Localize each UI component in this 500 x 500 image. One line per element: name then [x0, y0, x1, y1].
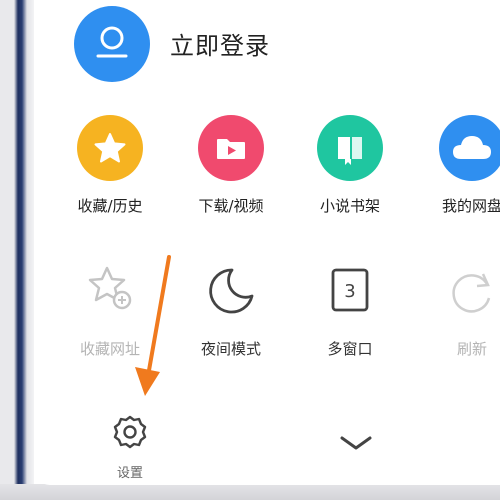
collapse-button[interactable]: [336, 428, 376, 458]
bookmark-url-icon-wrap: [77, 258, 143, 324]
background-bottom-edge: [0, 484, 500, 500]
tile-refresh[interactable]: 刷新: [412, 258, 500, 359]
night-mode-icon-wrap: [198, 258, 264, 324]
tile-label: 小说书架: [319, 197, 380, 215]
moon-icon: [209, 268, 254, 314]
window-count-icon: 3: [331, 268, 369, 312]
tile-multi-window[interactable]: 3 多窗口: [290, 258, 410, 359]
settings-button[interactable]: 设置: [100, 412, 160, 481]
user-avatar-icon: [96, 26, 128, 58]
tile-novel-shelf[interactable]: 小说书架: [290, 115, 410, 216]
tile-night-mode[interactable]: 夜间模式: [171, 258, 291, 359]
star-icon: [94, 133, 126, 163]
cloud-circle: [439, 115, 500, 181]
video-folder-icon: [217, 139, 245, 159]
cloud-icon: [453, 136, 491, 159]
tile-favorites-history[interactable]: 收藏/历史: [50, 115, 170, 216]
settings-label: 设置: [116, 466, 143, 481]
novel-circle: [317, 115, 383, 181]
tile-label: 收藏网址: [79, 340, 140, 358]
chevron-down-icon: [340, 436, 372, 450]
gear-icon: [113, 415, 147, 449]
downloads-circle: [198, 115, 264, 181]
tile-label: 多窗口: [327, 340, 373, 358]
favorites-circle: [77, 115, 143, 181]
tile-cloud-drive[interactable]: 我的网盘: [412, 115, 500, 216]
window-count: 3: [344, 281, 355, 302]
refresh-icon-wrap: [439, 258, 500, 324]
tile-label: 刷新: [456, 340, 487, 358]
book-icon: [338, 137, 362, 165]
star-add-icon: [88, 266, 132, 310]
tile-label: 收藏/历史: [77, 197, 143, 215]
multi-window-icon-wrap: 3: [317, 258, 383, 324]
tile-downloads-videos[interactable]: 下载/视频: [171, 115, 291, 216]
user-avatar[interactable]: [74, 6, 150, 82]
tile-label: 我的网盘: [441, 197, 500, 215]
login-button[interactable]: 立即登录: [170, 26, 270, 61]
tile-label: 下载/视频: [198, 197, 264, 215]
refresh-icon: [452, 273, 491, 313]
background-left-edge: [0, 0, 34, 500]
tile-bookmark-url[interactable]: 收藏网址: [50, 258, 170, 359]
tile-label: 夜间模式: [200, 340, 261, 358]
